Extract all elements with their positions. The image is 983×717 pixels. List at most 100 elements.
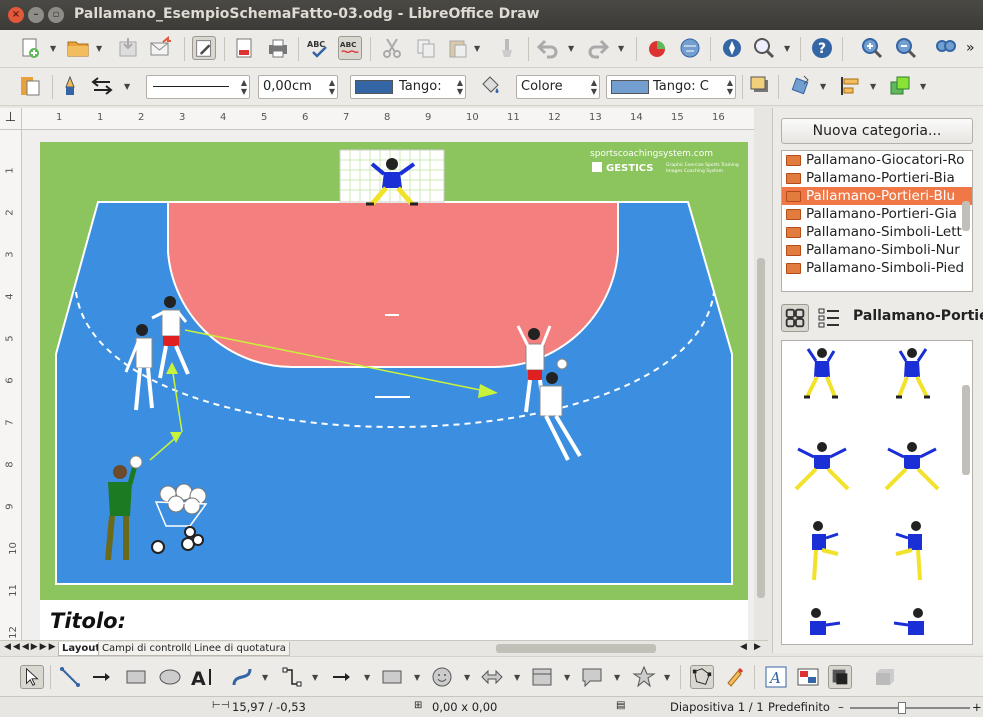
- new-category-button[interactable]: Nuova categoria...: [781, 118, 973, 144]
- gallery-item-goalkeeper[interactable]: [895, 521, 922, 581]
- toggle-extrusion-icon[interactable]: [828, 665, 852, 689]
- clone-formatting-icon[interactable]: [496, 36, 520, 60]
- undo-dropdown-icon[interactable]: ▼: [568, 44, 574, 53]
- vertical-scroll-thumb[interactable]: [757, 258, 765, 598]
- goal-area[interactable]: [167, 201, 619, 369]
- canvas-vertical-scrollbar[interactable]: [754, 108, 768, 640]
- auto-spellcheck-icon[interactable]: ABC: [338, 36, 362, 60]
- select-arrow-icon[interactable]: [20, 665, 44, 689]
- zoom-in-icon[interactable]: [860, 36, 884, 60]
- curve-tool-icon[interactable]: [230, 665, 254, 689]
- category-item[interactable]: Pallamano-Simboli-Pied: [782, 259, 972, 277]
- arrange-dropdown-icon[interactable]: ▼: [920, 82, 926, 91]
- arrow-line-tool-icon[interactable]: [90, 665, 114, 689]
- block-arrows-dropdown-icon[interactable]: ▼: [514, 673, 520, 682]
- detail-view-icon[interactable]: [815, 304, 843, 332]
- area-style-spin-icon[interactable]: ▲ ▼: [591, 78, 597, 96]
- print-icon[interactable]: [266, 36, 290, 60]
- tab-linee-di-quotatura[interactable]: Linee di quotatura: [190, 642, 290, 656]
- lines-arrows-tool-icon[interactable]: [330, 665, 354, 689]
- gallery-item-goalkeeper[interactable]: [804, 348, 838, 399]
- line-color-spin-icon[interactable]: ▲ ▼: [457, 78, 463, 96]
- arrange-icon[interactable]: [888, 74, 912, 98]
- navigator-icon[interactable]: [720, 36, 744, 60]
- transformations-icon[interactable]: [788, 74, 812, 98]
- line-width-spin-icon[interactable]: ▲ ▼: [329, 78, 335, 96]
- ellipse-tool-icon[interactable]: [158, 665, 182, 689]
- line-style-spin-icon[interactable]: ▲ ▼: [241, 78, 247, 96]
- paste-dropdown-icon[interactable]: ▼: [474, 44, 480, 53]
- help-icon[interactable]: ?: [810, 36, 834, 60]
- callouts-icon[interactable]: [580, 665, 604, 689]
- zoom-slider-handle[interactable]: [898, 702, 906, 714]
- shape-3d-icon[interactable]: [872, 665, 896, 689]
- text-tool-icon[interactable]: A: [190, 665, 214, 689]
- redo-dropdown-icon[interactable]: ▼: [618, 44, 624, 53]
- basic-shapes-icon[interactable]: [380, 665, 404, 689]
- spellcheck-icon[interactable]: ABC: [306, 36, 330, 60]
- edit-mode-icon[interactable]: [192, 36, 216, 60]
- stars-icon[interactable]: [632, 665, 656, 689]
- connector-tool-icon[interactable]: [280, 665, 304, 689]
- email-icon[interactable]: [148, 36, 172, 60]
- open-folder-icon[interactable]: [66, 36, 90, 60]
- zoom-dropdown-icon[interactable]: ▼: [784, 44, 790, 53]
- gallery-thumbnails[interactable]: [782, 341, 962, 645]
- zoom-icon[interactable]: [752, 36, 776, 60]
- gallery-item-goalkeeper[interactable]: [884, 442, 940, 491]
- zoom-out-status-icon[interactable]: –: [838, 700, 844, 714]
- scroll-left-icon[interactable]: ◀: [740, 642, 747, 652]
- gallery-item-goalkeeper[interactable]: [810, 608, 841, 635]
- tab-campi-di-controllo[interactable]: Campi di controllo: [98, 642, 198, 656]
- gallery-scroll-thumb[interactable]: [962, 385, 970, 475]
- new-dropdown-icon[interactable]: ▼: [50, 44, 56, 53]
- close-window-button[interactable]: ×: [8, 7, 24, 23]
- category-item[interactable]: Pallamano-Simboli-Nur: [782, 241, 972, 259]
- transformations-dropdown-icon[interactable]: ▼: [820, 82, 826, 91]
- insert-picture-icon[interactable]: [796, 665, 820, 689]
- flowchart-icon[interactable]: [530, 665, 554, 689]
- vertical-ruler[interactable]: 1 2 3 4 5 6 7 8 9 10 11 12: [0, 130, 22, 640]
- basic-shapes-dropdown-icon[interactable]: ▼: [414, 673, 420, 682]
- category-list[interactable]: Pallamano-Giocatori-Ro Pallamano-Portier…: [781, 150, 973, 292]
- category-item[interactable]: Pallamano-Portieri-Bia: [782, 169, 972, 187]
- line-tool-icon[interactable]: [58, 665, 82, 689]
- icon-view-icon[interactable]: [781, 304, 809, 332]
- shadow-icon[interactable]: [748, 74, 772, 98]
- drawing-canvas[interactable]: sportscoachingsystem.com GESTICS Graphic…: [22, 130, 754, 640]
- open-dropdown-icon[interactable]: ▼: [96, 44, 102, 53]
- callouts-dropdown-icon[interactable]: ▼: [614, 673, 620, 682]
- line-icon[interactable]: [58, 74, 82, 98]
- edit-points-icon[interactable]: [690, 665, 714, 689]
- area-color-select[interactable]: Tango: C ▲ ▼: [606, 75, 736, 99]
- new-document-icon[interactable]: [18, 36, 42, 60]
- arrow-style-dropdown-icon[interactable]: ▼: [124, 82, 130, 91]
- horizontal-ruler[interactable]: 11234567891011121314151617: [22, 108, 766, 130]
- chart-icon[interactable]: [646, 36, 670, 60]
- flowchart-dropdown-icon[interactable]: ▼: [564, 673, 570, 682]
- zoom-out-icon[interactable]: [894, 36, 918, 60]
- tab-scroll-arrows-icon[interactable]: ◀◀◀▶▶▶: [4, 642, 58, 652]
- undo-icon[interactable]: [536, 36, 560, 60]
- drawing-page[interactable]: sportscoachingsystem.com GESTICS Graphic…: [40, 142, 748, 640]
- fontwork-icon[interactable]: A: [764, 665, 788, 689]
- line-color-select[interactable]: Tango: ▲ ▼: [350, 75, 466, 99]
- cut-icon[interactable]: [380, 36, 404, 60]
- gallery-item-goalkeeper[interactable]: [812, 521, 839, 581]
- category-item[interactable]: Pallamano-Simboli-Lett: [782, 223, 972, 241]
- insert-image-icon[interactable]: [678, 36, 702, 60]
- line-style-select[interactable]: ▲ ▼: [146, 75, 250, 99]
- area-style-select[interactable]: Colore ▲ ▼: [516, 75, 600, 99]
- category-scroll-thumb[interactable]: [962, 201, 970, 231]
- maximize-window-button[interactable]: ▫: [48, 7, 64, 23]
- zoom-slider[interactable]: [850, 707, 970, 709]
- symbol-shapes-icon[interactable]: [430, 665, 454, 689]
- gallery-item-goalkeeper[interactable]: [893, 608, 924, 635]
- align-objects-icon[interactable]: [838, 74, 862, 98]
- horizontal-scroll-thumb[interactable]: [496, 644, 656, 653]
- symbol-shapes-dropdown-icon[interactable]: ▼: [464, 673, 470, 682]
- block-arrows-icon[interactable]: [480, 665, 504, 689]
- line-width-field[interactable]: 0,00cm ▲ ▼: [258, 75, 338, 99]
- category-item-selected[interactable]: Pallamano-Portieri-Blu: [782, 187, 972, 205]
- save-icon[interactable]: [116, 36, 140, 60]
